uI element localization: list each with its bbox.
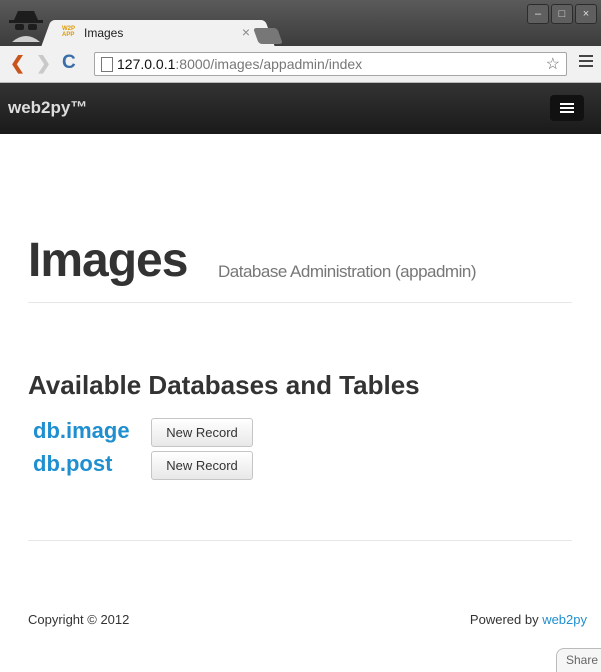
new-record-button[interactable]: New Record	[151, 451, 253, 480]
browser-menu-icon[interactable]	[579, 55, 593, 70]
close-window-button[interactable]: ×	[575, 4, 597, 24]
forward-arrow-icon[interactable]: ❯	[36, 54, 51, 72]
maximize-button[interactable]: □	[551, 4, 573, 24]
browser-window: W2P APP Images × – □ × ❮ ❯ C 127.0.0.1:8…	[0, 0, 601, 83]
tab-title: Images	[84, 26, 124, 40]
tab-images[interactable]: W2P APP Images ×	[54, 20, 262, 47]
address-bar[interactable]: 127.0.0.1:8000/images/appadmin/index ☆	[94, 52, 567, 76]
brand-logo[interactable]: web2py™	[8, 98, 87, 118]
url-text[interactable]: 127.0.0.1:8000/images/appadmin/index	[117, 56, 362, 72]
tab-strip: W2P APP Images × – □ ×	[0, 0, 601, 47]
minimize-button[interactable]: –	[527, 4, 549, 24]
window-controls: – □ ×	[527, 4, 597, 24]
browser-toolbar: ❮ ❯ C 127.0.0.1:8000/images/appadmin/ind…	[0, 46, 601, 83]
section-heading: Available Databases and Tables	[28, 370, 420, 400]
site-navbar: web2py™	[0, 83, 601, 134]
reload-icon[interactable]: C	[62, 53, 76, 72]
page-title: Images	[28, 234, 188, 287]
new-record-button[interactable]: New Record	[151, 418, 253, 447]
share-button[interactable]: Share	[556, 648, 601, 672]
divider	[28, 540, 572, 541]
table-link-db-image[interactable]: db.image	[33, 418, 130, 444]
page-icon	[101, 57, 113, 72]
table-link-db-post[interactable]: db.post	[33, 451, 112, 477]
new-tab-button[interactable]	[253, 28, 283, 44]
copyright-text: Copyright © 2012	[28, 612, 130, 627]
tab-close-icon[interactable]: ×	[242, 24, 250, 40]
hamburger-menu-button[interactable]	[550, 95, 584, 121]
incognito-icon	[9, 11, 43, 42]
divider	[28, 302, 572, 303]
page-subtitle: Database Administration (appadmin)	[218, 262, 476, 281]
bookmark-star-icon[interactable]: ☆	[546, 54, 560, 74]
powered-by-text: Powered by web2py	[469, 612, 587, 627]
back-arrow-icon[interactable]: ❮	[10, 54, 25, 72]
web2py-link[interactable]: web2py	[542, 612, 587, 627]
web2py-favicon-icon: W2P APP	[62, 26, 75, 38]
